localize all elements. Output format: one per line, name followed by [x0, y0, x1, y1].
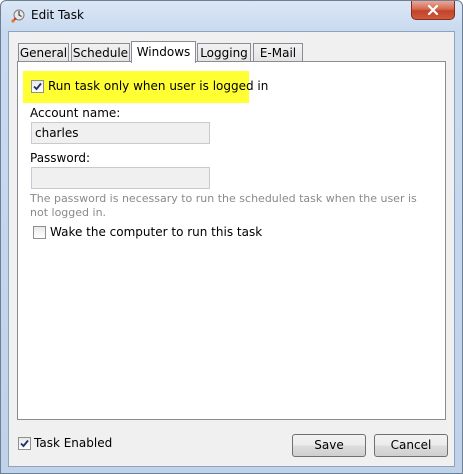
wake-computer-checkbox[interactable]	[33, 226, 46, 239]
save-button[interactable]: Save	[292, 434, 366, 457]
tab-schedule[interactable]: Schedule	[71, 43, 130, 62]
tab-windows[interactable]: Windows	[131, 41, 196, 63]
run-only-logged-in-label[interactable]: Run task only when user is logged in	[48, 79, 268, 93]
task-icon	[11, 9, 25, 23]
dialog-client-area: General Schedule Windows Logging E-Mail	[8, 31, 455, 467]
title-bar[interactable]: Edit Task	[1, 1, 462, 31]
cancel-button[interactable]: Cancel	[374, 434, 448, 457]
password-label: Password:	[30, 151, 91, 165]
run-only-logged-in-checkbox[interactable]	[31, 80, 44, 93]
close-button[interactable]	[411, 1, 455, 20]
close-icon	[427, 5, 439, 15]
window-title: Edit Task	[31, 8, 84, 22]
tab-logging[interactable]: Logging	[197, 43, 251, 62]
password-field[interactable]	[31, 167, 210, 189]
account-name-value: charles	[35, 126, 79, 140]
task-enabled-checkbox[interactable]	[18, 437, 31, 450]
tab-email[interactable]: E-Mail	[253, 43, 303, 62]
password-hint: The password is necessary to run the sch…	[30, 192, 417, 219]
account-name-label: Account name:	[30, 106, 121, 120]
task-enabled-label[interactable]: Task Enabled	[34, 436, 112, 450]
tab-schedule-label: Schedule	[72, 46, 129, 60]
tab-general[interactable]: General	[18, 43, 69, 62]
tab-email-label: E-Mail	[259, 46, 297, 60]
tab-logging-label: Logging	[200, 46, 248, 60]
checkmark-icon	[20, 439, 29, 448]
wake-computer-label[interactable]: Wake the computer to run this task	[50, 225, 262, 239]
edit-task-window: Edit Task General Schedule Windows Loggi…	[0, 0, 463, 474]
checkmark-icon	[33, 82, 42, 91]
tab-windows-label: Windows	[136, 45, 191, 59]
account-name-field[interactable]: charles	[31, 122, 210, 144]
tab-general-label: General	[19, 46, 68, 60]
windows-tab-panel: Run task only when user is logged in Acc…	[17, 61, 446, 420]
cancel-button-label: Cancel	[390, 438, 432, 452]
save-button-label: Save	[314, 438, 344, 452]
